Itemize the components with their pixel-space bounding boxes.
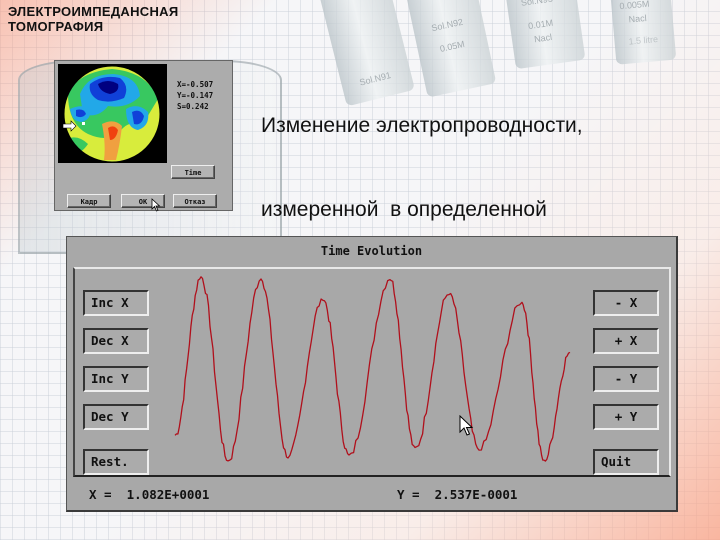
tube-label: Sol.N92 (430, 16, 464, 34)
slide-title-line: ТОМОГРАФИЯ (8, 19, 104, 34)
tube-label: 0.01M (527, 17, 554, 32)
time-evolution-window: Time Evolution Inc X Dec X Inc Y Dec Y R… (66, 236, 678, 512)
measurement-point (82, 122, 85, 125)
eit-readout: X=-0.507 Y=-0.147 S=0.242 (177, 79, 213, 112)
mouse-cursor-icon (459, 415, 474, 436)
readout-y: Y=-0.147 (177, 91, 214, 100)
tube-label: Nacl (628, 12, 648, 25)
cancel-button[interactable]: Отказ (173, 194, 217, 208)
tube-label: 0.05M (438, 38, 466, 54)
conductivity-trace (174, 276, 571, 462)
time-button[interactable]: Time (171, 165, 215, 179)
description-line: измеренной в определенной (261, 198, 547, 221)
slide-title-line: ЭЛЕКТРОИМПЕДАНСНАЯ (8, 4, 179, 19)
tube-label: Nacl (533, 31, 553, 45)
readout-x: X=-0.507 (177, 80, 214, 89)
readout-s: S=0.242 (177, 102, 209, 111)
tube-label: Sol.N93 (520, 0, 554, 8)
slide-title: ЭЛЕКТРОИМПЕДАНСНАЯ ТОМОГРАФИЯ (8, 4, 179, 34)
description-line: Изменение электропроводности, (261, 114, 583, 137)
time-evolution-chart (174, 276, 571, 462)
tube-label: 1.5 litre (628, 34, 659, 47)
tube-label: 0.005M (619, 0, 650, 12)
eit-dialog: X=-0.507 Y=-0.147 S=0.242 Time Кадр OK О… (54, 60, 233, 212)
frame-button[interactable]: Кадр (67, 194, 111, 208)
mouse-cursor-icon (151, 198, 161, 212)
background-tube-4: 0.005M Nacl 1.5 litre (610, 0, 677, 65)
tomogram-svg (62, 65, 161, 163)
tomogram-image (58, 64, 167, 163)
